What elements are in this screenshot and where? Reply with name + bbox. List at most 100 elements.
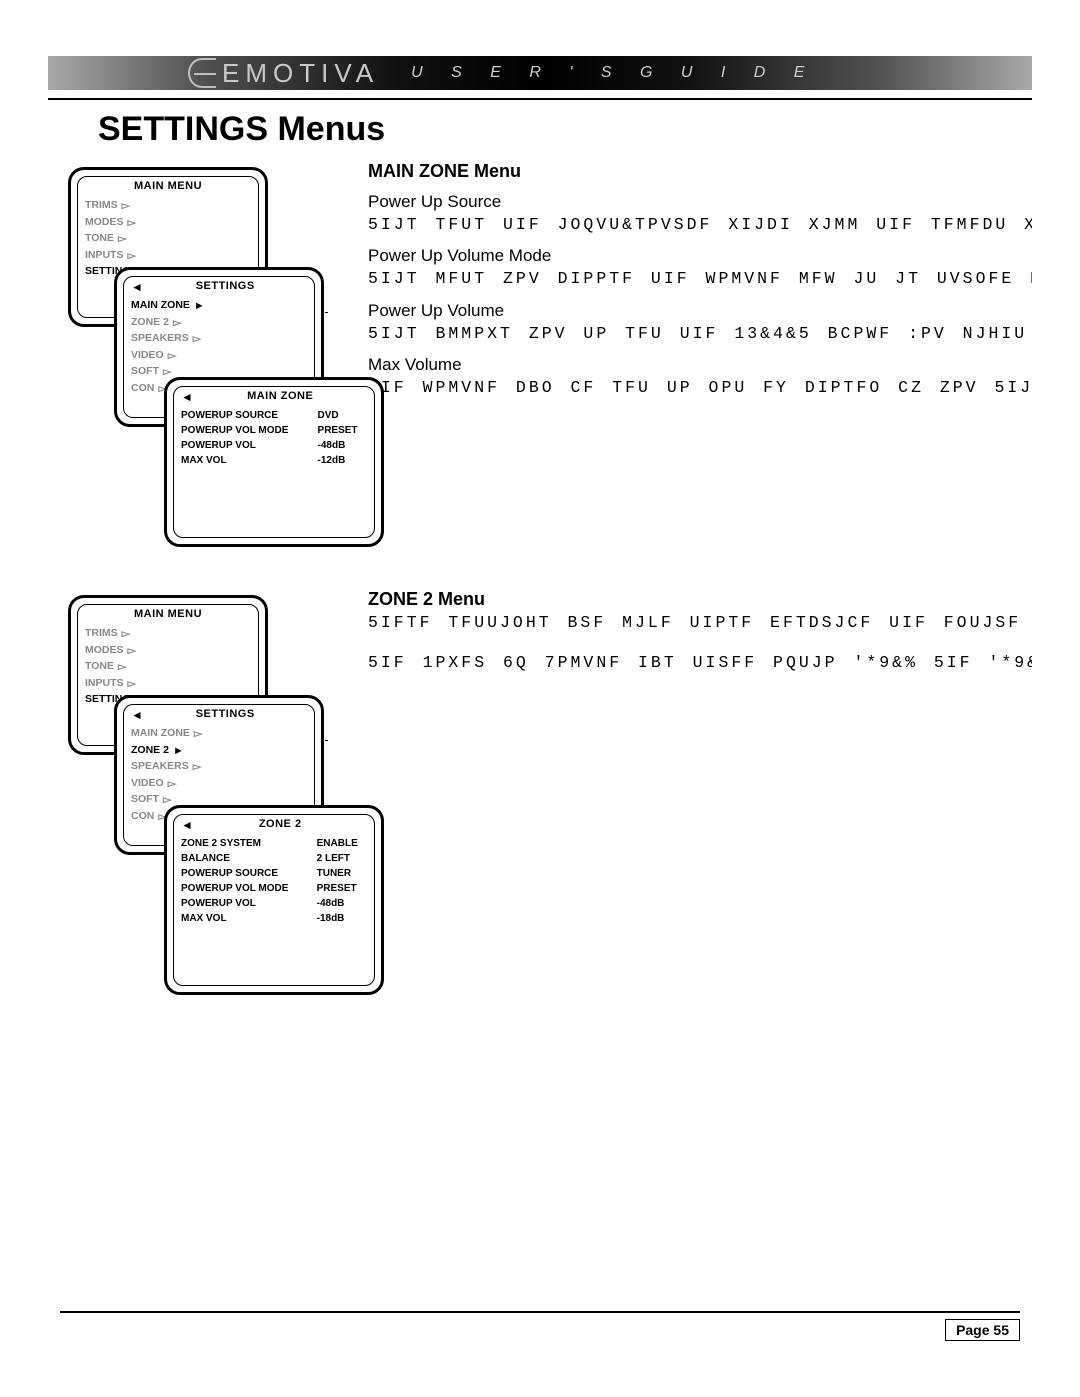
osd-menu-item: MAIN ZONE► xyxy=(131,298,307,315)
subhead-power-up-source: Power Up Source xyxy=(368,192,1032,212)
osd-label: ZONE 2 SYSTEM xyxy=(181,836,309,851)
osd-value: -18dB xyxy=(309,911,367,926)
osd-label: POWERUP VOL MODE xyxy=(181,881,309,896)
back-arrow-icon: ◄ xyxy=(131,280,143,294)
body-text: 5IJT BMMPXT ZPV UP TFU UIF 13&4&5 BCPWF … xyxy=(368,323,1032,345)
osd-row: POWERUP VOL MODEPRESET xyxy=(181,423,367,438)
body-text: 5IFTF TFUUJOHT BSF MJLF UIPTF EFTDSJCF U… xyxy=(368,612,1032,634)
osd-menu-item: VIDEO▻ xyxy=(131,776,307,793)
arrow-right-outline-icon: ▻ xyxy=(128,643,136,660)
subhead-max-volume: Max Volume xyxy=(368,355,1032,375)
osd-title: SETTINGS xyxy=(196,280,255,292)
arrow-right-outline-icon: ▻ xyxy=(194,726,202,743)
page-footer: Page 55 xyxy=(60,1311,1020,1341)
osd-value: -48dB xyxy=(309,896,367,911)
arrow-right-outline-icon: ▻ xyxy=(128,676,136,693)
body-text: 5IF WPMVNF DBO CF TFU UP OPU FY DIPTFO C… xyxy=(368,377,1032,399)
osd-row: POWERUP SOURCEDVD xyxy=(181,408,367,423)
osd-row: ZONE 2 SYSTEMENABLE xyxy=(181,836,367,851)
osd-menu-item: MAIN ZONE▻ xyxy=(131,726,307,743)
osd-main-zone: ◄ MAIN ZONE POWERUP SOURCEDVDPOWERUP VOL … xyxy=(164,377,384,547)
arrow-right-outline-icon: ▻ xyxy=(122,626,130,643)
osd-label: POWERUP SOURCE xyxy=(181,866,309,881)
page-number: Page 55 xyxy=(945,1319,1020,1341)
osd-row: POWERUP VOL-48dB xyxy=(181,896,367,911)
osd-row: POWERUP SOURCETUNER xyxy=(181,866,367,881)
osd-menu-item: SPEAKERS▻ xyxy=(131,759,307,776)
osd-title: MAIN MENU xyxy=(85,608,251,620)
osd-value: -12dB xyxy=(310,453,367,468)
header-rule xyxy=(48,98,1032,100)
osd-zone2: ◄ZONE 2 ZONE 2 SYSTEMENABLEBALANCE2 LEFT… xyxy=(164,805,384,995)
osd-value: PRESET xyxy=(310,423,367,438)
osd-label: POWERUP VOL MODE xyxy=(181,423,310,438)
osd-menu-item: INPUTS▻ xyxy=(85,248,251,265)
osd-menu-item: TRIMS▻ xyxy=(85,626,251,643)
osd-value: 2 LEFT xyxy=(309,851,367,866)
osd-menu-item: TRIMS▻ xyxy=(85,198,251,215)
osd-value: TUNER xyxy=(309,866,367,881)
osd-row: BALANCE2 LEFT xyxy=(181,851,367,866)
osd-row: POWERUP VOL-48dB xyxy=(181,438,367,453)
osd-row: POWERUP VOL MODEPRESET xyxy=(181,881,367,896)
osd-title: SETTINGS xyxy=(196,708,255,720)
osd-menu-item: TONE▻ xyxy=(85,659,251,676)
arrow-right-outline-icon: ▻ xyxy=(118,659,126,676)
arrow-right-outline-icon: ▻ xyxy=(118,231,126,248)
zone2-heading: ZONE 2 Menu xyxy=(368,589,1032,610)
back-arrow-icon: ◄ xyxy=(181,390,193,404)
osd-menu-item: VIDEO▻ xyxy=(131,348,307,365)
arrow-right-outline-icon: ▻ xyxy=(122,198,130,215)
brand-logo: EMOTIVA xyxy=(188,58,379,89)
arrow-right-outline-icon: ▻ xyxy=(168,776,176,793)
arrow-right-outline-icon: ▻ xyxy=(173,315,181,332)
osd-value: PRESET xyxy=(309,881,367,896)
back-arrow-icon: ◄ xyxy=(131,708,143,722)
osd-row: MAX VOL-18dB xyxy=(181,911,367,926)
brand-e-icon xyxy=(188,58,216,88)
arrow-right-outline-icon: ▻ xyxy=(163,364,171,381)
osd-menu-item: TONE▻ xyxy=(85,231,251,248)
body-text: 5IJT TFUT UIF JOQVU&TPVSDF XIJDI XJMM UI… xyxy=(368,214,1032,236)
arrow-right-outline-icon: ▻ xyxy=(128,215,136,232)
osd-label: POWERUP VOL xyxy=(181,896,309,911)
footer-rule xyxy=(60,1311,1020,1313)
arrow-right-solid-icon: ► xyxy=(194,298,205,315)
main-zone-heading: MAIN ZONE Menu xyxy=(368,161,1032,182)
osd-stack-zone2: MAIN MENU TRIMS▻MODES▻TONE▻INPUTS▻ SETTIN… xyxy=(68,595,358,1015)
subhead-power-up-vol-mode: Power Up Volume Mode xyxy=(368,246,1032,266)
users-guide-label: U S E R ' S G U I D E xyxy=(411,64,816,82)
osd-menu-item: MODES▻ xyxy=(85,215,251,232)
arrow-right-outline-icon: ▻ xyxy=(193,331,201,348)
osd-title: MAIN MENU xyxy=(85,180,251,192)
arrow-right-outline-icon: ▻ xyxy=(193,759,201,776)
osd-menu-item: ZONE 2▻ xyxy=(131,315,307,332)
body-text: 5IJT MFUT ZPV DIPPTF UIF WPMVNF MFW JU J… xyxy=(368,268,1032,290)
osd-menu-item: ZONE 2► xyxy=(131,743,307,760)
subhead-power-up-volume: Power Up Volume xyxy=(368,301,1032,321)
osd-row: MAX VOL-12dB xyxy=(181,453,367,468)
osd-menu-item: SPEAKERS▻ xyxy=(131,331,307,348)
osd-menu-item: MODES▻ xyxy=(85,643,251,660)
header-banner: EMOTIVA U S E R ' S G U I D E xyxy=(48,56,1032,90)
osd-stack-main: MAIN MENU TRIMS▻MODES▻TONE▻INPUTS▻ SETTIN… xyxy=(68,167,358,567)
manual-page: EMOTIVA U S E R ' S G U I D E SETTINGS M… xyxy=(0,0,1080,1397)
osd-label: POWERUP SOURCE xyxy=(181,408,310,423)
main-zone-section: MAIN MENU TRIMS▻MODES▻TONE▻INPUTS▻ SETTIN… xyxy=(48,157,1032,567)
arrow-right-outline-icon: ▻ xyxy=(128,248,136,265)
brand-text: EMOTIVA xyxy=(222,58,379,89)
body-text: 5IF 1PXFS 6Q 7PMVNF IBT UISFF PQUJP '*9&… xyxy=(368,652,1032,674)
osd-label: BALANCE xyxy=(181,851,309,866)
osd-value: -48dB xyxy=(310,438,367,453)
zone2-section: MAIN MENU TRIMS▻MODES▻TONE▻INPUTS▻ SETTIN… xyxy=(48,585,1032,1015)
osd-label: MAX VOL xyxy=(181,911,309,926)
osd-value: ENABLE xyxy=(309,836,367,851)
osd-title: MAIN ZONE xyxy=(247,390,313,402)
osd-value: DVD xyxy=(310,408,367,423)
arrow-right-outline-icon: ▻ xyxy=(163,792,171,809)
arrow-right-solid-icon: ► xyxy=(173,743,184,760)
osd-title: ZONE 2 xyxy=(259,818,302,830)
osd-label: POWERUP VOL xyxy=(181,438,310,453)
osd-menu-item: INPUTS▻ xyxy=(85,676,251,693)
osd-label: MAX VOL xyxy=(181,453,310,468)
